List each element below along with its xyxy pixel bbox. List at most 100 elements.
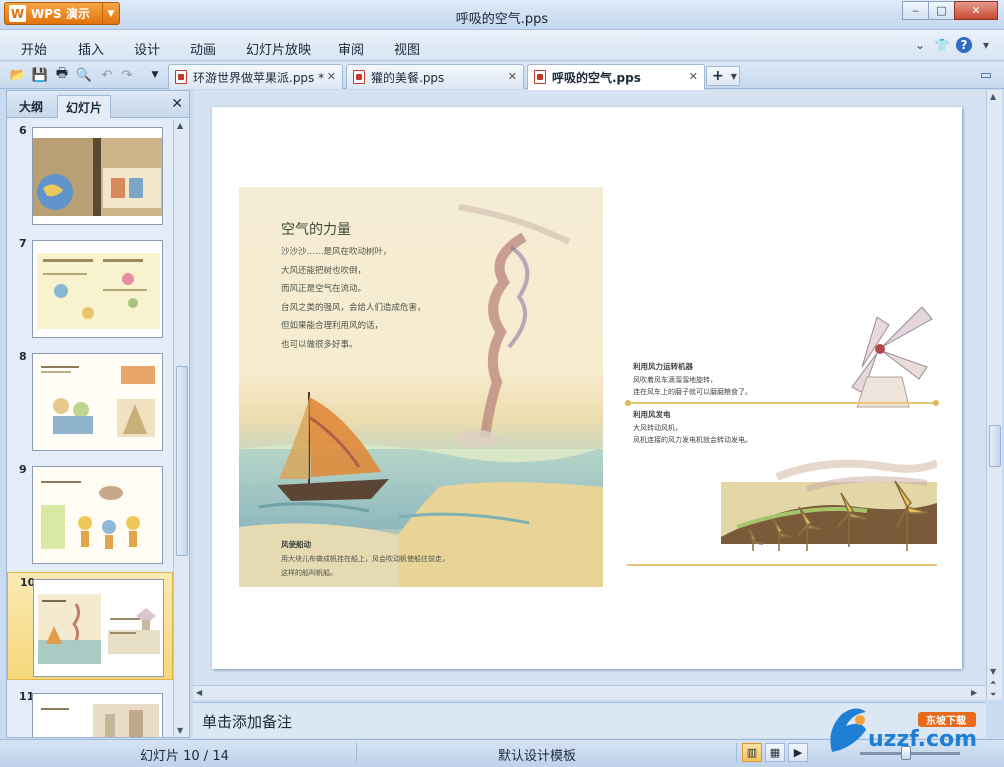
menu-home[interactable]: 开始 bbox=[21, 39, 47, 58]
slide-preview bbox=[32, 353, 163, 451]
scrollbar-thumb[interactable] bbox=[176, 366, 188, 556]
menu-view[interactable]: 视图 bbox=[394, 39, 420, 58]
print-icon[interactable]: 🖶 bbox=[53, 66, 71, 84]
tab-label: 呼吸的空气.pps bbox=[552, 71, 641, 85]
menu-review[interactable]: 审阅 bbox=[338, 39, 364, 58]
divider-dot bbox=[625, 400, 631, 406]
block-heading: 利用风发电 bbox=[633, 410, 671, 419]
slides-panel-scrollbar[interactable]: ▲ ▼ bbox=[173, 119, 189, 737]
status-divider bbox=[736, 743, 737, 763]
slide-thumbnail-6[interactable]: 6 bbox=[7, 121, 173, 229]
help-icon[interactable]: ? bbox=[956, 37, 972, 53]
block-line: 连在风车上的磨子就可以磨磨粮食了。 bbox=[633, 388, 752, 396]
save-icon[interactable]: 💾 bbox=[31, 66, 49, 84]
slide-body-text: 沙沙沙……是风在吹动树叶， 大风还能把树也吹倒， 而风正是空气在流动。 台风之类… bbox=[281, 243, 426, 354]
slide-number: 8 bbox=[19, 350, 27, 363]
windmill-illustration[interactable]: 利用风力运转机器 风吹着风车滴溜溜地旋转， 连在风车上的磨子就可以磨磨粮食了。 … bbox=[625, 267, 939, 566]
open-folder-icon[interactable]: 📂 bbox=[9, 66, 27, 84]
slide-thumbnail-list: 6 7 8 9 10 11 bbox=[7, 119, 173, 737]
slide-sorter-view-icon[interactable]: ▦ bbox=[765, 743, 785, 762]
redo-icon[interactable]: ↷ bbox=[118, 66, 136, 84]
tab-outline[interactable]: 大纲 bbox=[11, 95, 51, 118]
maximize-button[interactable]: □ bbox=[928, 1, 955, 20]
slide-editor: 空气的力量 沙沙沙……是风在吹动树叶， 大风还能把树也吹倒， 而风正是空气在流动… bbox=[193, 90, 986, 700]
quick-access-toolbar: 📂 💾 🖶 🔍 ↶ ↷ ▼ 环游世界做苹果派.pps * ✕ 獾的美餐.pps … bbox=[0, 62, 1004, 90]
slide-preview bbox=[33, 579, 164, 677]
block-line: 风吹着风车滴溜溜地旋转， bbox=[633, 375, 717, 384]
normal-view-icon[interactable]: ▥ bbox=[742, 743, 762, 762]
body-line: 而风正是空气在流动。 bbox=[281, 284, 367, 294]
new-tab-button[interactable]: + ▼ bbox=[706, 66, 740, 86]
uzzf-watermark-logo: 东坡下载 uzzf.com bbox=[822, 700, 1002, 762]
close-icon[interactable]: ✕ bbox=[171, 96, 183, 112]
help-dropdown-icon[interactable]: ▾ bbox=[978, 37, 994, 53]
print-preview-icon[interactable]: 🔍 bbox=[75, 66, 93, 84]
current-slide[interactable]: 空气的力量 沙沙沙……是风在吹动树叶， 大风还能把树也吹倒， 而风正是空气在流动… bbox=[212, 107, 962, 669]
menu-animation[interactable]: 动画 bbox=[190, 39, 216, 58]
panel-tabs: 大纲 幻灯片 ✕ bbox=[7, 91, 189, 118]
close-icon[interactable]: ✕ bbox=[327, 70, 336, 83]
status-divider bbox=[356, 743, 357, 763]
menu-right-icons: ⌄ 👕 ? ▾ bbox=[912, 37, 994, 53]
next-slide-icon[interactable]: ⏷ bbox=[990, 690, 996, 700]
scroll-down-icon[interactable]: ▼ bbox=[990, 667, 996, 676]
body-line: 大风还能把树也吹倒， bbox=[281, 265, 367, 276]
minimize-button[interactable]: ‒ bbox=[902, 1, 929, 20]
tab-air[interactable]: 呼吸的空气.pps ✕ bbox=[527, 64, 705, 90]
slide-heading: 空气的力量 bbox=[281, 222, 351, 238]
caption-line: 用大块儿布做成帆挂在船上，风会吹动帆使船往前走， bbox=[281, 555, 449, 563]
close-icon[interactable]: ✕ bbox=[689, 70, 698, 83]
right-text-block-2: 利用风发电 大风转动风机， 风机连接的风力发电机就会转动发电。 bbox=[633, 409, 752, 447]
scrollbar-thumb[interactable] bbox=[989, 425, 1001, 467]
slide-thumbnail-11[interactable]: 11 bbox=[7, 687, 173, 737]
wind-power-illustration[interactable]: 空气的力量 沙沙沙……是风在吹动树叶， 大风还能把树也吹倒， 而风正是空气在流动… bbox=[239, 187, 603, 587]
notes-placeholder[interactable]: 单击添加备注 bbox=[202, 711, 292, 732]
skin-shirt-icon[interactable]: 👕 bbox=[934, 37, 950, 53]
menu-design[interactable]: 设计 bbox=[134, 39, 160, 58]
slide-preview bbox=[32, 693, 163, 737]
watermark-text: uzzf.com bbox=[868, 727, 977, 752]
editor-horizontal-scrollbar[interactable]: ◀ ▶ bbox=[193, 685, 986, 700]
tab-label: 獾的美餐.pps bbox=[371, 70, 445, 85]
slide-thumbnail-8[interactable]: 8 bbox=[7, 347, 173, 455]
body-line: 台风之类的强风，会给人们造成危害， bbox=[281, 302, 426, 313]
design-template-name[interactable]: 默认设计模板 bbox=[498, 745, 576, 764]
menu-slideshow[interactable]: 幻灯片放映 bbox=[246, 39, 311, 58]
body-line: 但如果能合理利用风的话， bbox=[281, 321, 384, 331]
slide-preview bbox=[32, 127, 163, 225]
undo-icon[interactable]: ↶ bbox=[98, 66, 116, 84]
menu-insert[interactable]: 插入 bbox=[78, 39, 104, 58]
slideshow-view-icon[interactable]: ▶ bbox=[788, 743, 808, 762]
close-button[interactable]: ✕ bbox=[954, 1, 998, 20]
scroll-left-icon[interactable]: ◀ bbox=[196, 688, 202, 697]
chevron-down-icon[interactable]: ▼ bbox=[731, 72, 737, 81]
scroll-up-icon[interactable]: ▲ bbox=[177, 121, 183, 130]
slide-preview bbox=[32, 240, 163, 338]
close-icon[interactable]: ✕ bbox=[508, 70, 517, 83]
slides-panel: 大纲 幻灯片 ✕ 6 7 8 9 10 11 ▲ ▼ bbox=[6, 90, 190, 738]
tab-slides[interactable]: 幻灯片 bbox=[57, 95, 112, 118]
caption-heading: 风使船动 bbox=[281, 540, 311, 549]
scroll-right-icon[interactable]: ▶ bbox=[971, 688, 977, 697]
watermark-badge: 东坡下载 bbox=[926, 714, 966, 727]
body-line: 也可以做很多好事。 bbox=[281, 339, 358, 350]
slide-counter: 幻灯片 10 / 14 bbox=[140, 749, 229, 764]
pps-file-icon bbox=[175, 70, 187, 84]
panel-toggle-icon[interactable]: ▭ bbox=[977, 66, 995, 84]
divider-line bbox=[627, 402, 937, 404]
toolbar-customize-icon[interactable]: ▼ bbox=[146, 66, 164, 84]
window-controls: ‒ □ ✕ bbox=[902, 1, 998, 20]
slide-thumbnail-7[interactable]: 7 bbox=[7, 234, 173, 342]
block-line: 风机连接的风力发电机就会转动发电。 bbox=[633, 436, 752, 444]
scroll-down-icon[interactable]: ▼ bbox=[177, 726, 183, 735]
slide-thumbnail-9[interactable]: 9 bbox=[7, 460, 173, 568]
editor-vertical-scrollbar[interactable]: ▲ ▼ ⏶ ⏷ bbox=[986, 90, 1002, 700]
slide-thumbnail-10[interactable]: 10 bbox=[7, 572, 173, 680]
chevron-down-icon[interactable]: ⌄ bbox=[912, 37, 928, 53]
tab-apple-pie[interactable]: 环游世界做苹果派.pps * ✕ bbox=[168, 64, 343, 89]
divider-dot bbox=[933, 400, 939, 406]
slide-preview bbox=[32, 466, 163, 564]
tab-badger[interactable]: 獾的美餐.pps ✕ bbox=[346, 64, 524, 89]
scroll-up-icon[interactable]: ▲ bbox=[990, 92, 996, 101]
previous-slide-icon[interactable]: ⏶ bbox=[990, 678, 996, 688]
